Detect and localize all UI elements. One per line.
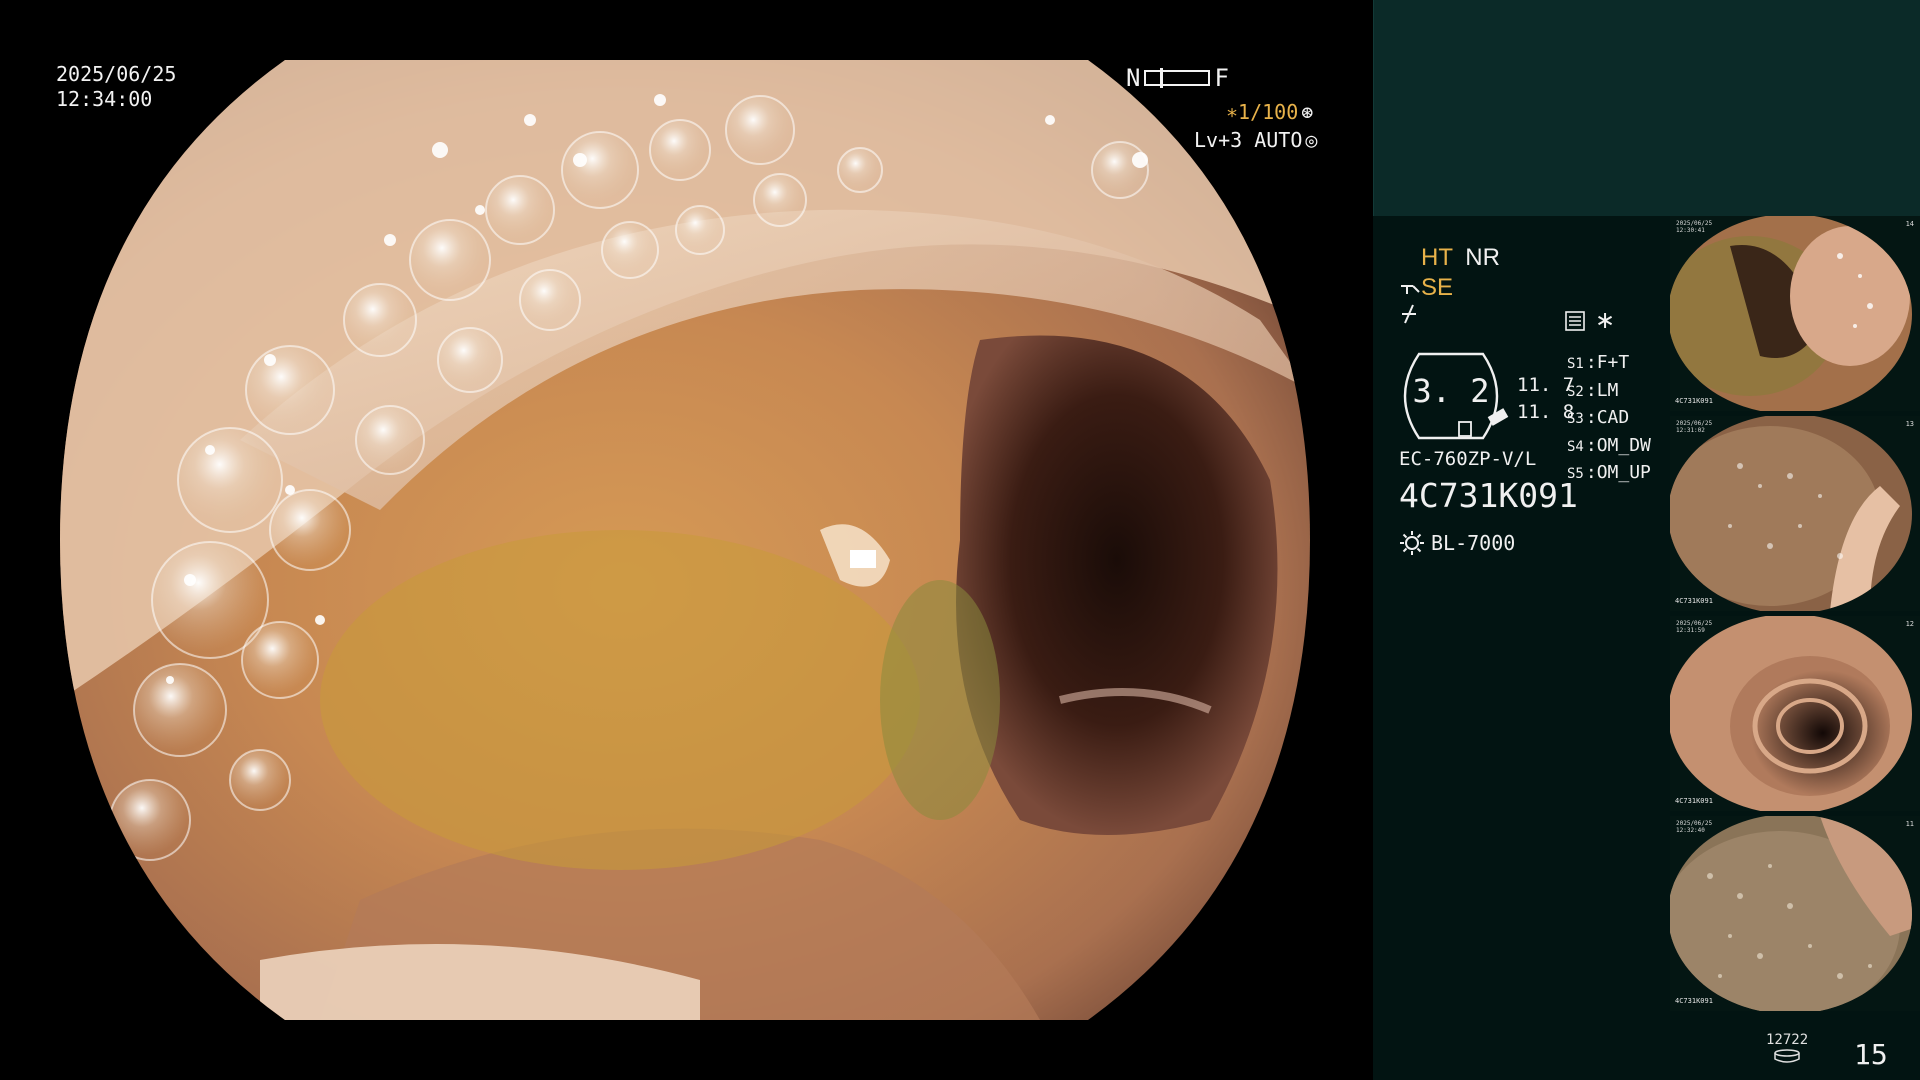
time-text: 12:34:00 xyxy=(56,87,153,111)
structure-enhancement-row: SE xyxy=(1399,274,1453,302)
scope-serial: 4C731K091 xyxy=(1399,476,1578,515)
flash-row xyxy=(1399,304,1419,324)
thumbnail-image xyxy=(1670,616,1912,811)
mode-nr: NR xyxy=(1465,244,1500,271)
switch-item: S2:LM xyxy=(1567,379,1619,401)
thumbnail-timestamp: 2025/06/25 12:31:02 xyxy=(1676,420,1713,434)
near-far-indicator: N F xyxy=(1126,64,1229,92)
panel-header-area xyxy=(1373,0,1920,216)
focus-far: 11. 8 xyxy=(1517,401,1575,423)
near-label: N xyxy=(1126,64,1141,92)
near-far-track xyxy=(1144,68,1211,88)
switch-item: S1:F+T xyxy=(1567,352,1630,373)
far-label: F xyxy=(1214,64,1229,92)
thumbnail-timestamp: 2025/06/25 12:31:59 xyxy=(1676,620,1713,634)
iris-readout: Lv+3 AUTO ◎ xyxy=(1194,128,1317,152)
thumbnail[interactable]: 2025/06/25 12:31:02 13 4C731K091 xyxy=(1670,416,1920,611)
thumbnail-image xyxy=(1670,416,1912,611)
date-text: 2025/06/25 xyxy=(56,62,177,86)
thumbnail-image xyxy=(1670,816,1912,1011)
focus-distance: 11. 7 11. 8 xyxy=(1517,372,1574,426)
thumbnail[interactable]: 2025/06/25 12:32:40 11 4C731K091 xyxy=(1670,816,1920,1011)
iris-text: Lv+3 AUTO xyxy=(1194,128,1303,152)
storage-count: 12722 xyxy=(1766,1032,1809,1048)
thumbnail[interactable]: 2025/06/25 12:31:59 12 4C731K091 xyxy=(1670,616,1920,811)
thumbnail[interactable]: 2025/06/25 12:30:41 14 4C731K091 xyxy=(1670,216,1920,411)
thumbnail-timestamp: 2025/06/25 12:32:40 xyxy=(1676,820,1713,834)
thumbnail-image xyxy=(1670,216,1912,411)
shutter-text: ∗1/100 xyxy=(1226,100,1299,124)
captured-thumbnails: 2025/06/25 12:30:41 14 4C731K091 2025/06/… xyxy=(1670,216,1920,1016)
enhancement-mode-row: HT NR xyxy=(1399,244,1500,272)
switch-item: S5:OM_UP xyxy=(1567,462,1651,483)
thumbnail-serial: 4C731K091 xyxy=(1675,397,1713,405)
endoscopic-image xyxy=(60,60,1310,1020)
scope-info: HT NR SE ∗ 3. 2 11. 7 11. 8 S1:F+T S2:… xyxy=(1399,238,1689,558)
scope-tip-icon xyxy=(1401,284,1420,294)
thumbnail-serial: 4C731K091 xyxy=(1675,997,1713,1005)
storage-indicator: 12722 xyxy=(1766,1032,1808,1067)
iris-icon: ◎ xyxy=(1305,128,1318,152)
thumbnail-number: 13 xyxy=(1905,420,1914,428)
switch-item: S4:OM_DW xyxy=(1567,434,1651,456)
light-source-model: BL-7000 xyxy=(1431,531,1516,555)
light-source-row: BL-7000 xyxy=(1399,530,1515,556)
shutter-speed-readout: ∗1/100 ⊛ xyxy=(1226,100,1313,124)
thumbnail-number: 14 xyxy=(1905,220,1914,228)
thumbnail-serial: 4C731K091 xyxy=(1675,797,1713,805)
switch-item: S3:CAD xyxy=(1567,407,1630,428)
scope-model: EC-760ZP-V/L xyxy=(1399,448,1537,470)
endoscopic-view xyxy=(60,60,1310,1020)
thumbnail-timestamp: 2025/06/25 12:30:41 xyxy=(1676,220,1713,234)
zoom-level: 3. 2 xyxy=(1412,372,1490,410)
se-label: SE xyxy=(1421,274,1454,301)
zoom-dial: 3. 2 xyxy=(1399,350,1515,442)
thumbnail-serial: 4C731K091 xyxy=(1675,597,1713,605)
shutter-icon: ⊛ xyxy=(1301,100,1314,124)
focus-near: 11. 7 xyxy=(1517,374,1575,396)
near-far-marker xyxy=(1160,68,1164,88)
light-source-icon xyxy=(1400,531,1424,555)
thumbnail-number: 11 xyxy=(1905,820,1914,828)
flash-off-icon xyxy=(1402,304,1416,324)
record-row: ∗ xyxy=(1565,306,1615,335)
record-asterisk: ∗ xyxy=(1595,307,1616,334)
thumbnail-number: 12 xyxy=(1905,620,1914,628)
image-count: 15 xyxy=(1854,1038,1888,1071)
date-time-readout: 2025/06/25 12:34:00 xyxy=(56,62,176,112)
storage-icon xyxy=(1565,310,1585,331)
scope-switch-list: S1:F+T S2:LM S3:CAD S4:OM_DW S5:OM_UP xyxy=(1567,350,1651,488)
endoscopy-screen: 2025/06/25 12:34:00 N F ∗1/100 ⊛ Lv+3 AUT… xyxy=(0,0,1920,1080)
mode-ht: HT xyxy=(1421,244,1453,271)
disk-icon xyxy=(1774,1049,1800,1063)
